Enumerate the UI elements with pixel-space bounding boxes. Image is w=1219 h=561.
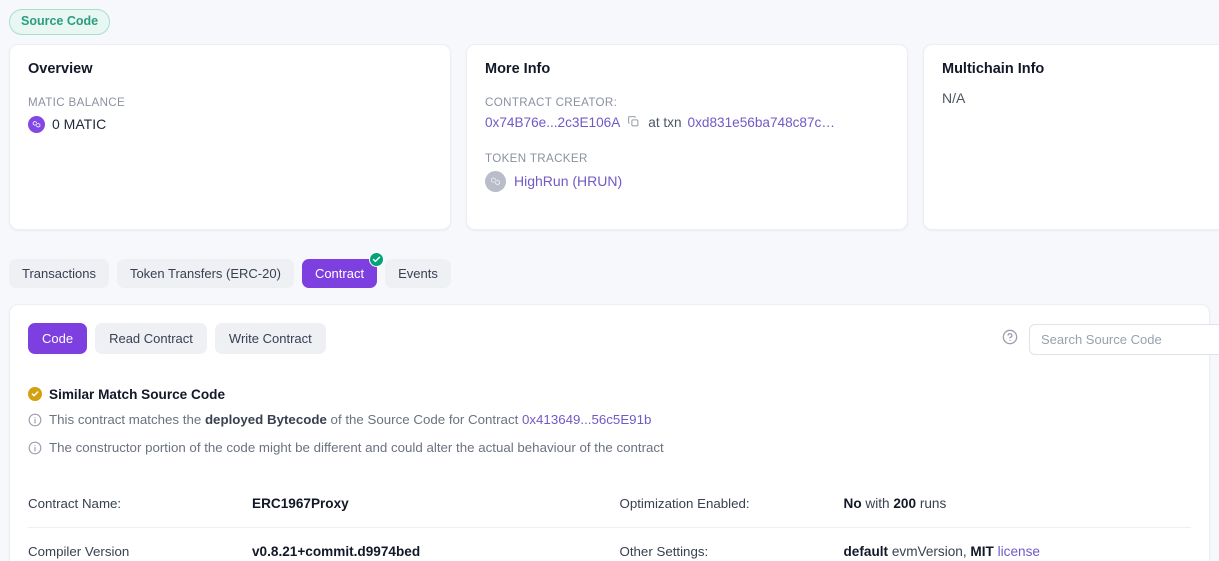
contract-subtabs: Code Read Contract Write Contract xyxy=(28,322,1219,355)
more-info-card: More Info CONTRACT CREATOR: 0x74B76e...2… xyxy=(466,43,908,230)
tab-label: Events xyxy=(398,265,438,281)
at-txn-label: at txn xyxy=(648,115,682,130)
subtab-label: Write Contract xyxy=(228,330,312,346)
matic-balance-row: 0 MATIC xyxy=(28,115,432,133)
multichain-value: N/A xyxy=(942,89,966,106)
tab-transactions[interactable]: Transactions xyxy=(9,258,109,288)
search-area xyxy=(1002,323,1219,355)
detail-label: Contract Name: xyxy=(28,495,122,511)
contract-creator-label: CONTRACT CREATOR: xyxy=(485,95,618,109)
matic-balance-value: 0 MATIC xyxy=(52,116,107,132)
detail-compiler-version: Compiler Version v0.8.21+commit.d9974bed xyxy=(28,528,610,561)
value-bold: No xyxy=(843,495,862,511)
subtab-code[interactable]: Code xyxy=(28,322,88,354)
source-code-badge[interactable]: Source Code xyxy=(9,9,111,35)
match-note-text: This contract matches the deployed Bytec… xyxy=(49,412,651,427)
contract-panel: Code Read Contract Write Contract Search… xyxy=(9,303,1219,561)
detail-label: Compiler Version xyxy=(28,543,130,559)
contract-details: Contract Name: ERC1967Proxy Optimization… xyxy=(28,480,1191,561)
tab-contract[interactable]: Contract xyxy=(301,251,385,288)
value-bold2: MIT xyxy=(970,543,994,559)
value-rest: runs xyxy=(916,495,947,511)
info-circle-icon xyxy=(28,413,42,430)
match-heading: Similar Match Source Code xyxy=(49,386,226,402)
detail-row: Contract Name: ERC1967Proxy Optimization… xyxy=(28,480,1191,528)
detail-value: ERC1967Proxy xyxy=(252,496,349,511)
token-tracker-label: TOKEN TRACKER xyxy=(485,151,588,165)
match-note-bytecode: This contract matches the deployed Bytec… xyxy=(28,412,1191,430)
token-tracker-block: TOKEN TRACKER HighRun (HRUN) xyxy=(485,152,889,192)
main-tabs: Transactions Token Transfers (ERC-20) Co… xyxy=(0,230,1219,288)
info-cards: Overview MATIC BALANCE 0 MATIC More Info… xyxy=(0,35,1219,230)
value-bold: default xyxy=(843,543,889,559)
subtab-write-contract[interactable]: Write Contract xyxy=(214,322,326,354)
check-circle-icon xyxy=(28,387,42,401)
detail-value: default evmVersion, MIT license xyxy=(844,544,1040,559)
detail-optimization-enabled: Optimization Enabled: No with 200 runs xyxy=(609,480,1191,528)
tab-label: Contract xyxy=(314,265,365,281)
license-link[interactable]: license xyxy=(998,544,1040,559)
badge-row: Source Code xyxy=(0,0,1219,35)
value-bold: ERC1967Proxy xyxy=(252,495,349,511)
match-heading-row: Similar Match Source Code xyxy=(28,387,1191,402)
verified-check-icon xyxy=(369,251,385,267)
token-tracker-link[interactable]: HighRun (HRUN) xyxy=(514,173,622,189)
matched-contract-link[interactable]: 0x413649...56c5E91b xyxy=(522,412,651,427)
subtab-read-contract[interactable]: Read Contract xyxy=(95,322,207,354)
detail-other-settings: Other Settings: default evmVersion, MIT … xyxy=(610,528,1192,561)
polygon-icon xyxy=(485,170,506,192)
tab-label: Token Transfers (ERC-20) xyxy=(129,265,281,281)
overview-card: Overview MATIC BALANCE 0 MATIC xyxy=(9,43,451,230)
contract-creator-row: 0x74B76e...2c3E106A at txn 0xd831e56ba74… xyxy=(485,115,889,131)
subtab-label: Read Contract xyxy=(109,330,193,346)
detail-contract-name: Contract Name: ERC1967Proxy xyxy=(28,480,610,528)
more-info-title: More Info xyxy=(485,60,551,77)
overview-title: Overview xyxy=(28,60,93,77)
note-pre: This contract matches the xyxy=(49,411,205,427)
detail-label: Optimization Enabled: xyxy=(619,495,750,511)
subtab-label: Code xyxy=(42,330,74,346)
value-mid: evmVersion, xyxy=(888,543,971,559)
search-source-code-input[interactable] xyxy=(1029,323,1219,355)
detail-row: Compiler Version v0.8.21+commit.d9974bed… xyxy=(28,528,1191,561)
note-mid: of the Source Code for Contract xyxy=(326,411,522,427)
copy-icon[interactable] xyxy=(627,115,640,131)
detail-value: v0.8.21+commit.d9974bed xyxy=(252,544,420,559)
matic-balance-label: MATIC BALANCE xyxy=(28,95,126,109)
tab-events[interactable]: Events xyxy=(385,258,451,288)
polygon-icon xyxy=(28,115,45,133)
info-circle-icon xyxy=(28,441,42,458)
match-note-constructor: The constructor portion of the code migh… xyxy=(28,440,1191,458)
source-match-block: Similar Match Source Code This contract … xyxy=(28,387,1191,458)
txn-hash-link[interactable]: 0xd831e56ba748c87c… xyxy=(688,115,835,130)
detail-label: Other Settings: xyxy=(619,543,709,559)
multichain-info-card: Multichain Info N/A xyxy=(923,43,1219,230)
value-mid: with xyxy=(861,495,894,511)
note-bold: deployed Bytecode xyxy=(204,411,327,427)
tab-token-transfers[interactable]: Token Transfers (ERC-20) xyxy=(116,258,294,288)
creator-address-link[interactable]: 0x74B76e...2c3E106A xyxy=(485,115,620,130)
value-bold2: 200 xyxy=(893,495,917,511)
contract-page: Source Code Overview MATIC BALANCE 0 MAT… xyxy=(0,0,1219,561)
value-bold: v0.8.21+commit.d9974bed xyxy=(252,543,421,559)
token-tracker-row: HighRun (HRUN) xyxy=(485,170,889,192)
question-circle-icon[interactable] xyxy=(1002,329,1018,350)
detail-value: No with 200 runs xyxy=(844,496,947,511)
match-note-text: The constructor portion of the code migh… xyxy=(49,439,664,455)
multichain-title: Multichain Info xyxy=(942,60,1045,77)
tab-label: Transactions xyxy=(22,265,96,281)
